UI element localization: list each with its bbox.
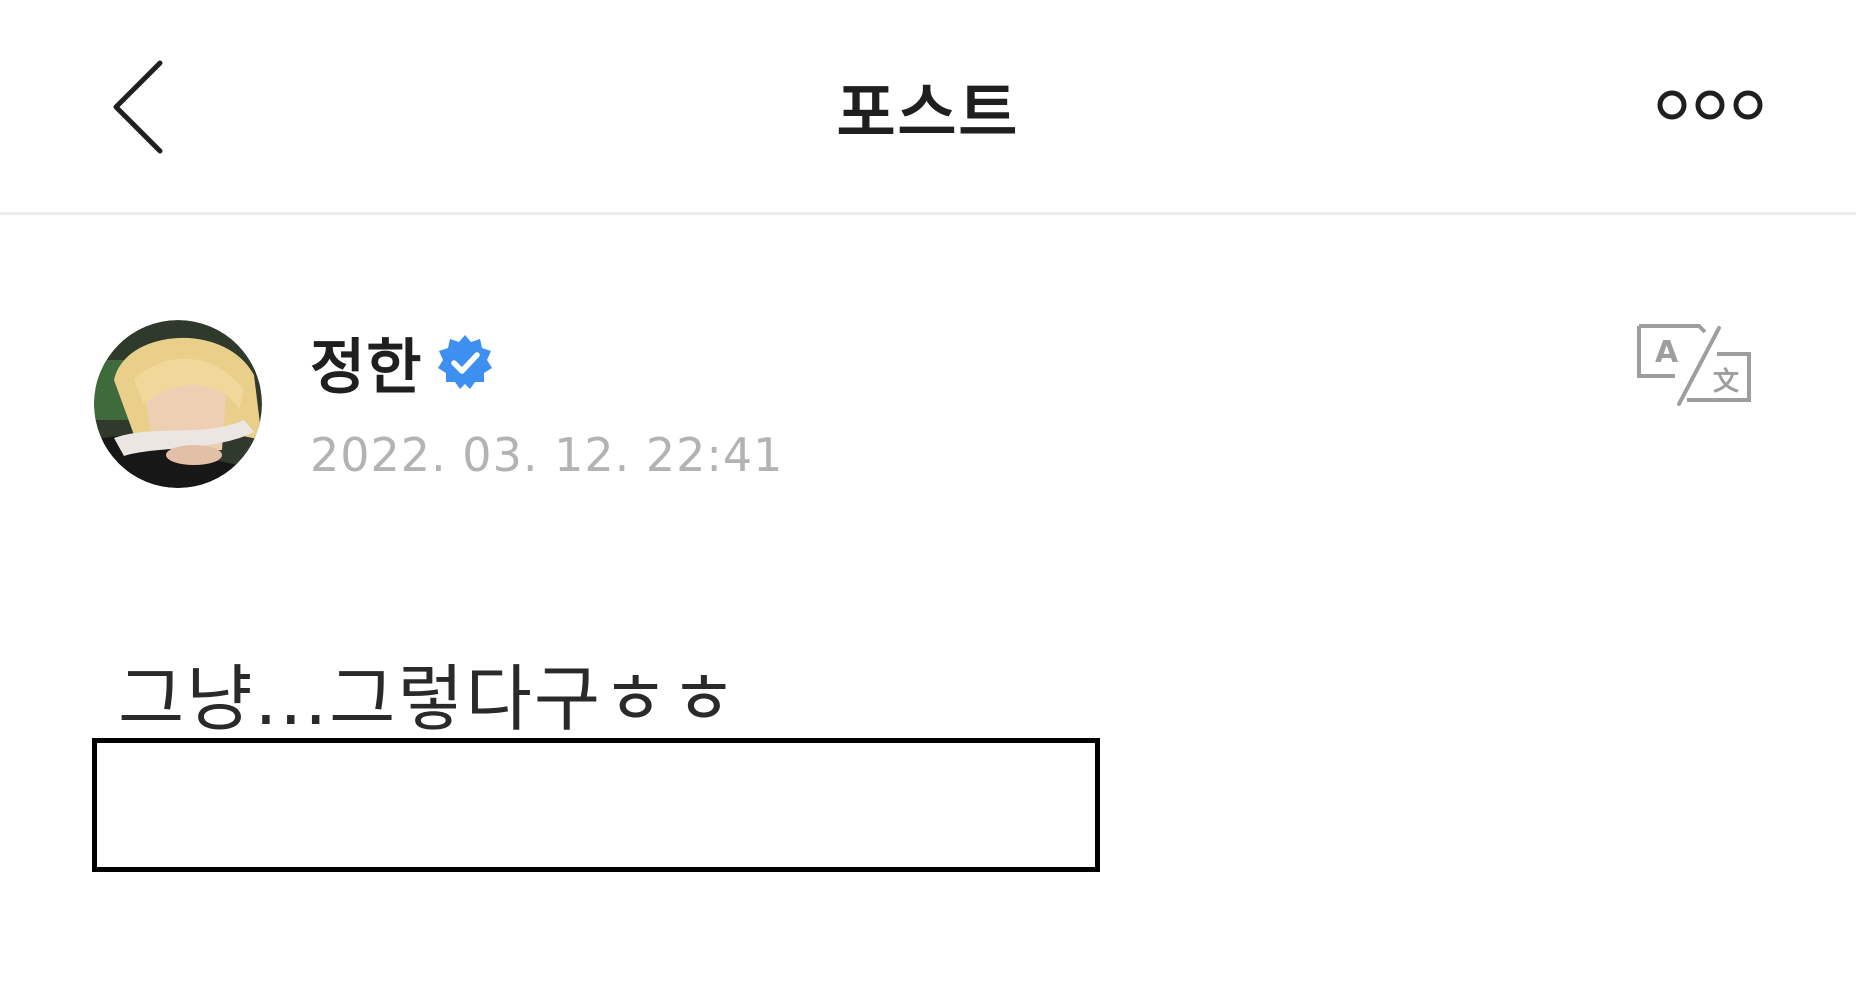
redacted-box (92, 738, 1100, 872)
author-row: 정한 (310, 322, 494, 403)
top-bar: 포스트 (0, 0, 1856, 215)
more-options-button[interactable] (1645, 80, 1775, 130)
svg-text:A: A (1655, 335, 1679, 370)
avatar-image (94, 320, 262, 488)
page-title: 포스트 (836, 77, 1020, 151)
svg-text:文: 文 (1713, 366, 1740, 397)
post-timestamp: 2022. 03. 12. 22:41 (310, 428, 784, 482)
verified-badge-icon (438, 335, 493, 389)
author-avatar[interactable] (94, 320, 262, 488)
post-body-text: 그냥...그렇다구ㅎㅎ (118, 657, 739, 741)
more-dots-icon (1657, 90, 1763, 120)
translate-button[interactable]: A 文 (1635, 322, 1755, 408)
translate-icon: A 文 (1637, 324, 1751, 406)
author-name[interactable]: 정한 (310, 319, 422, 406)
